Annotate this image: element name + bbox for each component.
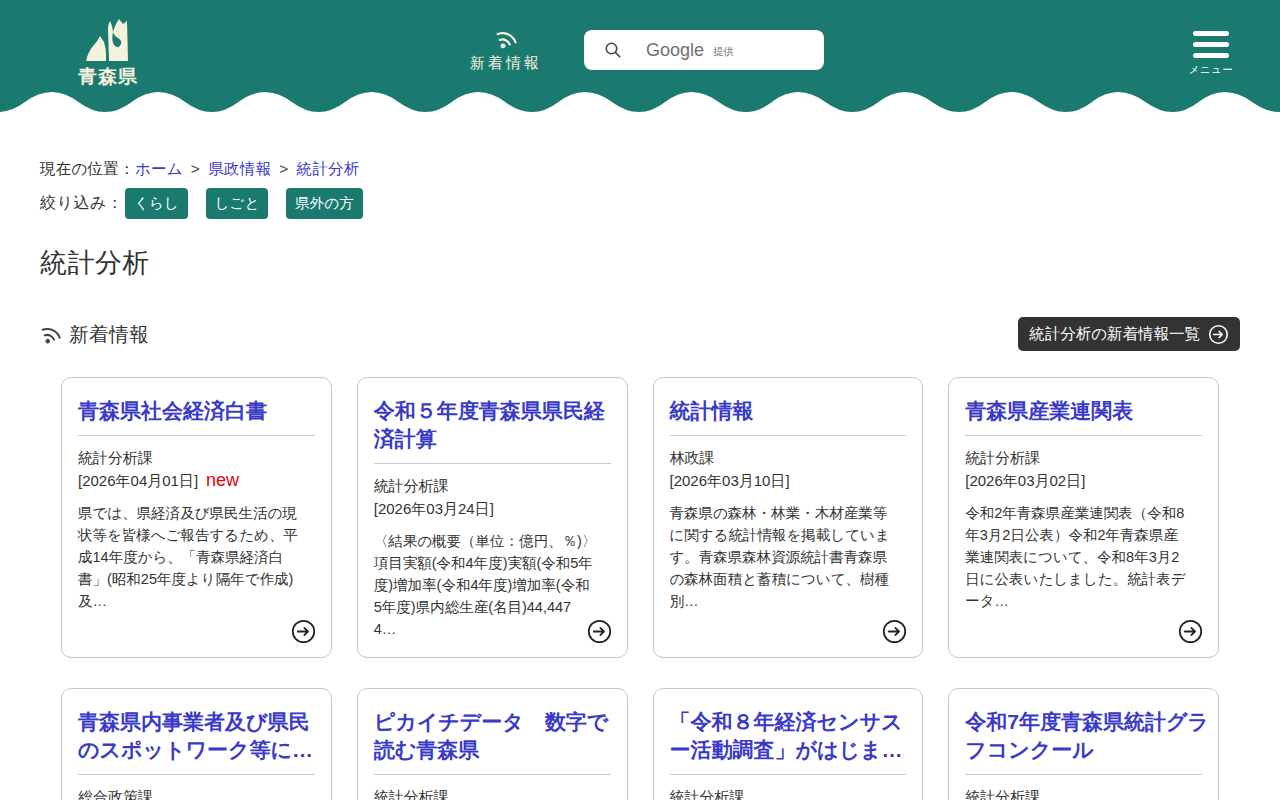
card-description: 〈結果の概要（単位：億円、％)〉 項目実額(令和4年度)実額(令和5年 度)増加… [374,530,611,640]
filter-bar: 絞り込み： くらししごと県外の方 [40,188,1240,219]
arrow-circle-icon[interactable] [1178,619,1203,644]
breadcrumb-item: 県政情報> [208,160,296,177]
search-provided-label: 提供 [713,41,734,59]
card-divider [78,774,315,775]
news-card[interactable]: 令和7年度青森県統計グラ フコンクール 統計分析課 [948,688,1219,800]
card-date-row: [2026年03月24日] [374,497,611,520]
news-card[interactable]: 統計情報 林政課 [2026年03月10日] 青森県の森林・林業・木材産業等 に… [653,377,924,658]
new-badge: new [206,470,239,490]
card-title-link[interactable]: ピカイチデータ 数字で 読む青森県 [374,708,611,764]
news-list-button-label: 統計分析の新着情報一覧 [1029,324,1200,345]
search-box[interactable]: Google 提供 [584,30,824,70]
card-title-link[interactable]: 青森県産業連関表 [965,397,1202,425]
breadcrumb-item: ホーム> [135,160,208,177]
card-title-link[interactable]: 「令和８年経済センサス ー活動調査」がはじま… [670,708,907,764]
card-meta: 統計分析課 [2026年03月02日] [965,446,1202,492]
news-card[interactable]: ピカイチデータ 数字で 読む青森県 統計分析課 [357,688,628,800]
card-title-link[interactable]: 令和7年度青森県統計グラ フコンクール [965,708,1202,764]
card-meta: 統計分析課 [965,785,1202,800]
arrow-circle-icon[interactable] [882,619,907,644]
card-department: 総合政策課 [78,785,315,800]
page-title: 統計分析 [40,246,1240,280]
menu-label: メニュー [1188,63,1234,77]
card-meta: 統計分析課 [374,785,611,800]
aomori-prefecture-icon [85,16,131,62]
card-divider [965,774,1202,775]
news-card-grid: 青森県社会経済白書 統計分析課 [2026年04月01日] new 県では、県経済… [61,377,1219,800]
card-title-link[interactable]: 統計情報 [670,397,907,425]
news-link-label: 新着情報 [466,54,546,73]
header-wave-decoration [0,92,1280,112]
card-divider [670,435,907,436]
rss-icon [37,320,65,348]
breadcrumb-item: 統計分析 [296,160,359,177]
news-card[interactable]: 青森県内事業者及び県民 のスポットワーク等に… 総合政策課 [61,688,332,800]
card-date: [2026年03月10日] [670,472,790,489]
menu-button[interactable]: メニュー [1188,31,1234,77]
filter-button[interactable]: しごと [206,188,269,219]
card-department: 統計分析課 [374,474,611,497]
arrow-circle-icon[interactable] [587,619,612,644]
breadcrumb-link[interactable]: 統計分析 [296,160,359,177]
filter-button[interactable]: 県外の方 [286,188,362,219]
news-section-title: 新着情報 [40,321,149,348]
arrow-circle-icon [1208,324,1229,345]
card-department: 統計分析課 [965,446,1202,469]
news-card[interactable]: 「令和８年経済センサス ー活動調査」がはじま… 統計分析課 [653,688,924,800]
arrow-circle-icon[interactable] [291,619,316,644]
news-section-head: 新着情報 統計分析の新着情報一覧 [40,317,1240,351]
news-card[interactable]: 令和５年度青森県県民経 済計算 統計分析課 [2026年03月24日] 〈結果の… [357,377,628,658]
card-department: 統計分析課 [965,785,1202,800]
card-meta: 統計分析課 [670,785,907,800]
card-divider [374,463,611,464]
card-title-link[interactable]: 青森県内事業者及び県民 のスポットワーク等に… [78,708,315,764]
filter-button[interactable]: くらし [125,188,188,219]
card-department: 林政課 [670,446,907,469]
news-card[interactable]: 青森県社会経済白書 統計分析課 [2026年04月01日] new 県では、県経済… [61,377,332,658]
main-content: 現在の位置：ホーム>県政情報>統計分析 絞り込み： くらししごと県外の方 統計分… [0,158,1280,800]
card-divider [965,435,1202,436]
header-news-link[interactable]: 新着情報 [466,27,546,73]
rss-icon [491,24,520,53]
card-title-link[interactable]: 令和５年度青森県県民経 済計算 [374,397,611,453]
header-bar: 青森県 新着情報 Google 提供 メニュー [0,0,1280,92]
search-brand: Google [646,40,704,61]
card-divider [78,435,315,436]
news-section-heading: 新着情報 [69,321,149,348]
card-department: 統計分析課 [374,785,611,800]
news-card[interactable]: 青森県産業連関表 統計分析課 [2026年03月02日] 令和2年青森県産業連関… [948,377,1219,658]
card-date-row: [2026年04月01日] new [78,469,315,492]
card-title-link[interactable]: 青森県社会経済白書 [78,397,315,425]
card-department: 統計分析課 [78,446,315,469]
card-divider [374,774,611,775]
card-meta: 林政課 [2026年03月10日] [670,446,907,492]
card-meta: 総合政策課 [78,785,315,800]
site-header: 青森県 新着情報 Google 提供 メニュー [0,0,1280,112]
search-icon [604,41,622,59]
breadcrumb-label: 現在の位置： [40,160,135,177]
card-divider [670,774,907,775]
card-meta: 統計分析課 [2026年04月01日] new [78,446,315,492]
breadcrumb-link[interactable]: 県政情報 [208,160,271,177]
card-department: 統計分析課 [670,785,907,800]
breadcrumb-link[interactable]: ホーム [135,160,183,177]
news-list-button[interactable]: 統計分析の新着情報一覧 [1018,317,1240,351]
hamburger-icon [1193,31,1229,58]
card-date-row: [2026年03月02日] [965,469,1202,492]
breadcrumb: 現在の位置：ホーム>県政情報>統計分析 [40,158,1240,180]
card-meta: 統計分析課 [2026年03月24日] [374,474,611,520]
card-description: 令和2年青森県産業連関表（令和8 年3月2日公表）令和2年青森県産 業連関表につ… [965,502,1202,612]
filter-label: 絞り込み： [40,193,123,214]
card-date: [2026年03月24日] [374,500,494,517]
card-description: 県では、県経済及び県民生活の現 状等を皆様へご報告するため、平 成14年度から、… [78,502,315,612]
logo-text: 青森県 [75,64,141,90]
card-date: [2026年03月02日] [965,472,1085,489]
card-date-row: [2026年03月10日] [670,469,907,492]
card-date: [2026年04月01日] [78,472,198,489]
card-description: 青森県の森林・林業・木材産業等 に関する統計情報を掲載していま す。青森県森林資… [670,502,907,612]
aomori-logo[interactable]: 青森県 [75,16,141,90]
